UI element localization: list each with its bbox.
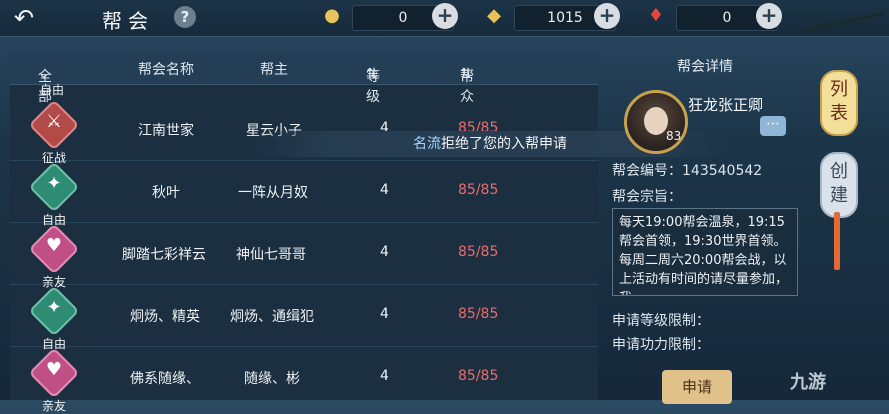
guild-members: 85/85 xyxy=(458,368,499,384)
tab-create[interactable]: 创建 xyxy=(820,152,858,218)
guild-id-field: 帮会编号：143540542 xyxy=(612,160,762,180)
add-red-pouch-button[interactable]: + xyxy=(756,3,782,29)
tassel-decoration xyxy=(834,212,840,270)
guild-members: 85/85 xyxy=(458,306,499,322)
guild-name: 炯炀、精英 xyxy=(130,309,200,325)
guild-list-header: 全部 ⌄ 帮会名称 帮主 等级 ⇅ 帮众 ⇅ xyxy=(10,52,598,105)
table-row-partial[interactable]: 自由 xyxy=(10,83,598,97)
detail-title: 帮会详情 xyxy=(677,59,733,75)
sort-icon: ⇅ xyxy=(460,66,472,82)
guild-name: 佛系随缘、 xyxy=(130,371,200,387)
guild-emblem-icon: ✦ 自由 xyxy=(31,164,77,227)
help-icon[interactable]: ? xyxy=(174,6,196,28)
guild-emblem-icon: ✦ 自由 xyxy=(31,288,77,351)
apply-button[interactable]: 申请 xyxy=(662,370,732,404)
side-tabs: 列表 创建 xyxy=(804,0,889,400)
guild-leader: 神仙七哥哥 xyxy=(236,247,306,263)
avatar[interactable] xyxy=(624,90,688,154)
table-row[interactable]: ♥ 亲友 脚踏七彩祥云 神仙七哥哥 4 85/85 xyxy=(10,224,598,289)
guild-id-label: 帮会编号： xyxy=(612,163,682,179)
guild-members: 85/85 xyxy=(458,182,499,198)
pine-branch-decoration xyxy=(804,12,889,71)
gold-coin-pile-icon: ◆ xyxy=(487,5,501,26)
guild-leader: 随缘、彬 xyxy=(244,371,300,387)
power-limit-label: 申请功力限制： xyxy=(612,337,710,353)
leader-level: 83 xyxy=(666,129,682,143)
guild-name: 脚踏七彩祥云 xyxy=(122,247,206,263)
guild-emblem-icon: ⚔ 征战 xyxy=(31,102,77,165)
sort-icon: ⇅ xyxy=(366,66,378,82)
red-pouch-icon: ♦ xyxy=(647,5,665,26)
table-row[interactable]: ✦ 自由 炯炀、精英 炯炀、通缉犯 4 85/85 xyxy=(10,286,598,351)
guild-id-value: 143540542 xyxy=(682,163,763,179)
guild-name: 秋叶 xyxy=(152,185,180,201)
guild-level: 4 xyxy=(380,182,389,198)
guild-leader: 炯炀、通缉犯 xyxy=(230,309,314,325)
guild-members: 85/85 xyxy=(458,244,499,260)
add-gold-ingot-button[interactable]: + xyxy=(432,3,458,29)
guild-level: 4 xyxy=(380,368,389,384)
chat-bubble-icon[interactable]: ⋯ xyxy=(760,116,786,136)
guild-emblem-icon: ♥ 亲友 xyxy=(31,226,77,289)
level-limit-label: 申请等级限制： xyxy=(612,313,710,329)
header-name: 帮会名称 xyxy=(138,62,194,78)
gold-ingot-icon: ● xyxy=(324,5,340,26)
guild-detail-panel: 帮会详情 83 狂龙张正卿 ⋯ 帮会编号：143540542 帮会宗旨： 每天1… xyxy=(602,50,808,404)
watermark-logo: 九游 xyxy=(790,372,826,393)
table-row[interactable]: ✦ 自由 秋叶 一阵从月奴 4 85/85 xyxy=(10,162,598,227)
chevron-down-icon: ⌄ xyxy=(38,66,50,82)
guild-emblem-icon: ♥ 亲友 xyxy=(31,350,77,413)
top-bar: ↶ 帮会 ? ● 0 + ◆ 1015 + ♦ 0 + xyxy=(0,0,889,37)
guild-leader: 一阵从月奴 xyxy=(238,185,308,201)
notice-guild-name: 名流 xyxy=(413,136,441,152)
guild-level: 4 xyxy=(380,306,389,322)
tab-list[interactable]: 列表 xyxy=(820,70,858,136)
header-leader: 帮主 xyxy=(260,62,288,78)
back-arrow-icon[interactable]: ↶ xyxy=(14,4,56,32)
guild-name: 江南世家 xyxy=(138,123,194,139)
motto-label: 帮会宗旨： xyxy=(612,189,682,205)
leader-name: 狂龙张正卿 xyxy=(688,96,764,114)
page-title: 帮会 xyxy=(102,9,154,33)
guild-level: 4 xyxy=(380,244,389,260)
notice-text: 拒绝了您的入帮申请 xyxy=(441,136,567,152)
add-coins-button[interactable]: + xyxy=(594,3,620,29)
motto-text: 每天19:00帮会温泉，19:15帮会首领，19:30世界首领。每周二周六20:… xyxy=(612,208,798,296)
guild-list-panel: 全部 ⌄ 帮会名称 帮主 等级 ⇅ 帮众 ⇅ 自由 ⚔征战 江南世家 星云小子 … xyxy=(10,52,598,413)
guild-type-tag: 自由 xyxy=(40,83,65,97)
